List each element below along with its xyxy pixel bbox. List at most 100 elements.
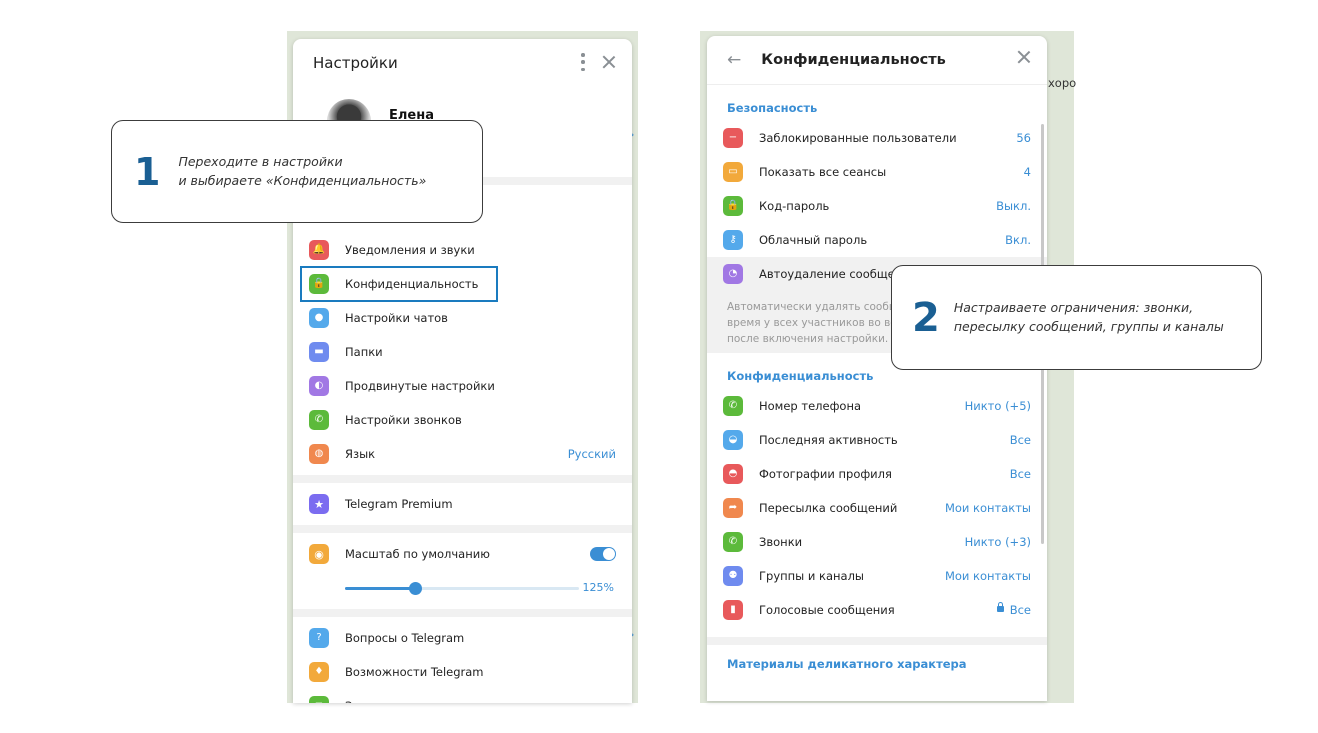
chat-bubble-icon: ● [309,308,329,328]
item-label: Вопросы о Telegram [345,631,465,645]
item-value: Никто (+3) [964,535,1031,549]
item-label: Настройки чатов [345,311,448,325]
item-value: Все [1009,603,1031,617]
item-value: Мои контакты [944,569,1031,583]
background-text-fragment: хоро [1048,76,1077,90]
timer-icon: ◔ [723,264,743,284]
callout-text: Настраиваете ограничения: звонки, пересы… [954,299,1224,337]
settings-item-privacy-highlighted[interactable]: 🔒 Конфиденциальность [300,266,498,302]
more-menu-icon[interactable] [580,53,586,71]
list-item-group[interactable]: ⚉ Группы и каналы Мои контакты [707,559,1047,593]
back-arrow-icon[interactable]: ← [727,50,741,70]
slider-fill [345,587,416,590]
item-value: Русский [567,447,616,461]
divider [293,609,632,617]
list-item-block[interactable]: − Заблокированные пользователи 56 [707,121,1047,155]
item-label: Пересылка сообщений [759,501,898,515]
item-label: Звонки [759,535,803,549]
list-item-user-clock[interactable]: ◒ Последняя активность Все [707,423,1047,457]
item-label: Голосовые сообщения [759,603,895,617]
panel-title: Конфиденциальность [761,52,946,68]
list-item-phone[interactable]: ✆ Настройки звонков [293,403,632,437]
slider-knob[interactable] [409,582,423,595]
group-icon: ⚉ [723,566,743,586]
item-label: Настройки звонков [345,413,462,427]
list-item-globe[interactable]: ◍ Язык Русский [293,437,632,471]
call-icon: ✆ [723,532,743,552]
lock-icon: 🔒 [309,274,329,294]
callout-step-1: 1 Переходите в настройки и выбираете «Ко… [111,120,483,223]
step-number: 2 [912,294,940,341]
list-item-bell[interactable]: 🔔 Уведомления и звуки [293,233,632,267]
scale-label: Масштаб по умолчанию [345,547,490,561]
callout-step-2: 2 Настраиваете ограничения: звонки, пере… [891,265,1262,370]
list-item-question[interactable]: ? Вопросы о Telegram [293,621,632,655]
user-photo-icon: ◓ [723,464,743,484]
section-title-sensitive: Материалы деликатного характера [727,657,967,671]
item-value: Выкл. [996,199,1031,213]
section-title-security: Безопасность [727,101,818,115]
pie-chart-icon: ◐ [309,376,329,396]
microphone-icon: ▮ [723,600,743,620]
list-item-lightbulb[interactable]: ♦ Возможности Telegram [293,655,632,689]
phone-icon: ✆ [723,396,743,416]
settings-item-premium[interactable]: ★ Telegram Premium [293,483,632,525]
item-label: Группы и каналы [759,569,865,583]
item-label: Задать вопрос [345,699,434,703]
list-item-folder[interactable]: ▬ Папки [293,335,632,369]
step-number: 1 [134,149,161,194]
item-label: Показать все сеансы [759,165,887,179]
item-label: Автоудаление сообще [759,267,895,281]
item-value: Все [1009,433,1031,447]
list-item-phone[interactable]: ✆ Номер телефона Никто (+5) [707,389,1047,423]
item-value: Никто (+5) [964,399,1031,413]
item-label: Последняя активность [759,433,898,447]
block-icon: − [723,128,743,148]
list-item-chat-dots[interactable]: ≡ Задать вопрос [293,689,632,703]
list-item-user-photo[interactable]: ◓ Фотографии профиля Все [707,457,1047,491]
callout-line: Переходите в настройки [178,153,343,169]
list-item-microphone[interactable]: ▮ Голосовые сообщения Все [707,593,1047,627]
callout-line: и выбираете «Конфиденциальность» [178,172,427,188]
user-clock-icon: ◒ [723,430,743,450]
settings-header: Настройки [293,39,632,87]
scale-toggle[interactable] [590,547,616,561]
phone-icon: ✆ [309,410,329,430]
item-label: Папки [345,345,383,359]
item-value: 4 [1023,165,1031,179]
chat-dots-icon: ≡ [309,696,329,703]
item-label: Продвинутые настройки [345,379,495,393]
item-label: Заблокированные пользователи [759,131,957,145]
settings-item-label: Telegram Premium [345,497,453,511]
close-icon[interactable] [1017,50,1031,64]
scale-slider[interactable] [345,582,579,595]
callout-line: Настраиваете ограничения: звонки, [953,299,1194,315]
divider [293,475,632,483]
laptop-icon: ▭ [723,162,743,182]
item-value: Вкл. [1005,233,1031,247]
item-label: Уведомления и звуки [345,243,475,257]
globe-icon: ◍ [309,444,329,464]
item-label: Облачный пароль [759,233,868,247]
item-label: Возможности Telegram [345,665,484,679]
list-item-laptop[interactable]: ▭ Показать все сеансы 4 [707,155,1047,189]
list-item-forward[interactable]: ➦ Пересылка сообщений Мои контакты [707,491,1047,525]
key-icon: ⚷ [723,230,743,250]
lock-icon: 🔒 [723,196,743,216]
list-item-call[interactable]: ✆ Звонки Никто (+3) [707,525,1047,559]
list-item-pie-chart[interactable]: ◐ Продвинутые настройки [293,369,632,403]
list-item-key[interactable]: ⚷ Облачный пароль Вкл. [707,223,1047,257]
question-icon: ? [309,628,329,648]
item-value: Все [1009,467,1031,481]
list-item-lock[interactable]: 🔒 Код-пароль Выкл. [707,189,1047,223]
list-item-chat-bubble[interactable]: ● Настройки чатов [293,301,632,335]
item-label: Код-пароль [759,199,830,213]
premium-lock-icon [996,602,1004,612]
star-icon: ★ [309,494,329,514]
scale-value: 125% [582,581,614,594]
panel-title: Настройки [313,54,398,72]
close-icon[interactable] [602,55,616,69]
item-label: Язык [345,447,376,461]
callout-text: Переходите в настройки и выбираете «Конф… [178,153,426,191]
privacy-header: ← Конфиденциальность [707,36,1047,84]
